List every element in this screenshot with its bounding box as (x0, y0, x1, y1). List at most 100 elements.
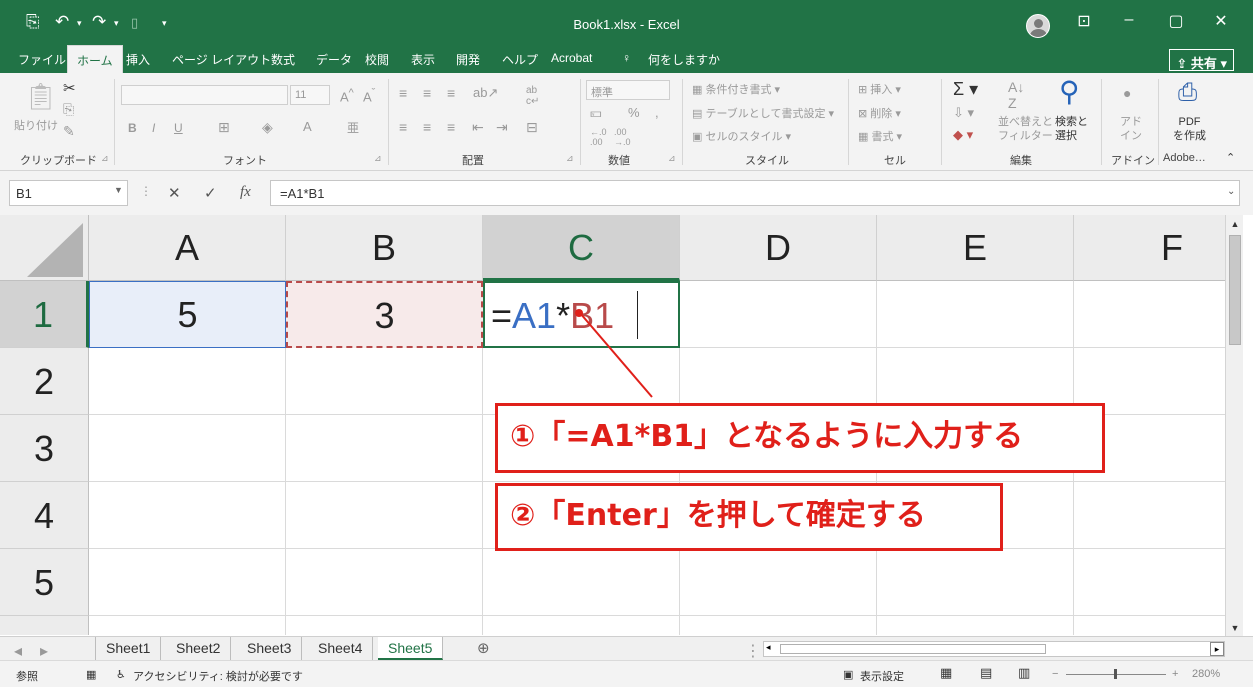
sort-filter-button[interactable]: 並べ替えと フィルター (998, 115, 1053, 143)
format-cells-button[interactable]: ▦ 書式 ▾ (858, 128, 902, 144)
enter-icon[interactable]: ✓ (204, 184, 217, 202)
zoom-slider-thumb[interactable] (1114, 669, 1117, 679)
vertical-scroll-thumb[interactable] (1229, 235, 1241, 345)
font-color-icon[interactable]: A (303, 119, 312, 134)
tab-split-handle-icon[interactable]: ⋮ (745, 641, 761, 661)
underline-icon[interactable]: U (174, 121, 183, 135)
grow-font-icon[interactable]: A^ (340, 87, 354, 104)
sheet-tab-4[interactable]: Sheet4 (308, 637, 374, 660)
format-painter-icon[interactable]: ✎ (63, 123, 75, 140)
orientation-icon[interactable]: ab↗ (473, 85, 498, 101)
pdf-icon[interactable]: ⎙ (1178, 79, 1197, 107)
scroll-right-icon[interactable]: ▸ (1210, 642, 1224, 656)
conditional-format-button[interactable]: ▦ 条件付き書式 ▾ (692, 81, 780, 97)
user-avatar-icon[interactable] (1026, 14, 1050, 38)
prev-sheet-icon[interactable]: ◂ (14, 641, 22, 661)
paste-label[interactable]: 貼り付け (14, 117, 58, 133)
zoom-level[interactable]: 280% (1192, 668, 1220, 680)
collapse-ribbon-icon[interactable]: ⌃ (1226, 151, 1235, 164)
merge-center-icon[interactable]: ⊟ (526, 119, 538, 136)
display-settings-icon[interactable]: ▣ (843, 668, 853, 681)
tab-page-layout[interactable]: ページ レイアウト (172, 51, 271, 68)
display-settings[interactable]: 表示設定 (860, 668, 904, 684)
font-launcher-icon[interactable]: ⊿ (374, 153, 382, 164)
tab-review[interactable]: 校閲 (365, 51, 389, 68)
align-left-icon[interactable]: ≡ (399, 119, 407, 135)
maximize-button[interactable]: ▢ (1161, 11, 1191, 31)
borders-icon[interactable]: ⊞ (218, 119, 230, 136)
tab-help[interactable]: ヘルプ (502, 51, 538, 68)
new-sheet-icon[interactable]: ⊕ (477, 639, 490, 657)
close-button[interactable]: ✕ (1206, 11, 1236, 31)
sheet-tab-1[interactable]: Sheet1 (95, 637, 162, 660)
cell-styles-button[interactable]: ▣ セルのスタイル ▾ (692, 128, 791, 144)
decrease-indent-icon[interactable]: ⇤ (472, 119, 484, 136)
sheet-tab-3[interactable]: Sheet3 (237, 637, 303, 660)
tell-me-search[interactable]: 何をしますか (648, 51, 720, 68)
cancel-icon[interactable]: ✕ (168, 184, 181, 202)
page-break-view-icon[interactable]: ▥ (1018, 665, 1030, 681)
expand-formula-bar-icon[interactable]: ⌄ (1227, 186, 1235, 197)
align-middle-icon[interactable]: ≡ (423, 85, 431, 101)
tab-view[interactable]: 表示 (411, 51, 435, 68)
align-bottom-icon[interactable]: ≡ (447, 85, 455, 101)
italic-icon[interactable]: I (152, 121, 155, 135)
minimize-button[interactable]: – (1114, 11, 1144, 29)
phonetic-icon[interactable]: 亜 (347, 119, 359, 136)
find-select-button[interactable]: 検索と 選択 (1055, 115, 1088, 143)
align-center-icon[interactable]: ≡ (423, 119, 431, 135)
number-format-box[interactable]: 標準 (586, 80, 670, 100)
alignment-launcher-icon[interactable]: ⊿ (566, 153, 574, 164)
increase-indent-icon[interactable]: ⇥ (496, 119, 508, 136)
horizontal-scrollbar[interactable]: ◂ (763, 641, 1225, 657)
create-pdf-button[interactable]: PDF を作成 (1173, 115, 1206, 143)
fill-color-icon[interactable]: ◈ (262, 119, 273, 136)
font-name-box[interactable] (121, 85, 288, 105)
accessibility-icon[interactable]: ♿︎ (116, 668, 126, 681)
find-select-icon[interactable]: ⚲ (1059, 75, 1080, 108)
share-button[interactable]: ⇪ 共有 ▾ (1169, 49, 1234, 71)
tab-acrobat[interactable]: Acrobat (551, 51, 592, 65)
macro-record-icon[interactable]: ▦ (86, 668, 96, 681)
insert-function-icon[interactable]: fx (240, 184, 251, 201)
addins-icon[interactable]: ● (1123, 85, 1131, 101)
comma-icon[interactable]: , (655, 105, 659, 120)
autosum-icon[interactable]: Σ ▾ (953, 79, 978, 100)
sheet-tab-2[interactable]: Sheet2 (166, 637, 232, 660)
fill-icon[interactable]: ⇩ ▾ (953, 105, 974, 121)
sheet-tab-5[interactable]: Sheet5 (378, 637, 444, 660)
page-layout-view-icon[interactable]: ▤ (980, 665, 992, 681)
sort-filter-icon[interactable]: A↓ Z (1008, 79, 1024, 111)
addins-button[interactable]: アド イン (1120, 115, 1142, 143)
tab-home[interactable]: ホーム (67, 45, 123, 73)
drag-handle-icon[interactable]: ⋮ (140, 184, 152, 198)
clipboard-launcher-icon[interactable]: ⊿ (101, 153, 109, 164)
wrap-text-icon[interactable]: ab c↵ (526, 85, 539, 107)
font-size-box[interactable]: 11 (290, 85, 330, 105)
tab-developer[interactable]: 開発 (456, 51, 480, 68)
percent-icon[interactable]: % (628, 105, 640, 120)
tab-insert[interactable]: 挿入 (126, 51, 150, 68)
format-as-table-button[interactable]: ▤ テーブルとして書式設定 ▾ (692, 105, 834, 121)
copy-icon[interactable]: ⎘ (63, 101, 74, 118)
clear-icon[interactable]: ◆ ▾ (953, 127, 973, 143)
zoom-slider[interactable] (1066, 669, 1166, 679)
accessibility-status[interactable]: アクセシビリティ: 検討が必要です (133, 668, 303, 684)
increase-decimal-icon[interactable]: ←.0.00 (590, 127, 607, 147)
currency-icon[interactable]: 💴︎ (590, 105, 602, 121)
zoom-in-icon[interactable]: + (1172, 668, 1178, 680)
shrink-font-icon[interactable]: Aˇ (363, 87, 375, 104)
number-launcher-icon[interactable]: ⊿ (668, 153, 676, 164)
paste-icon[interactable]: 📋︎ (24, 81, 57, 112)
align-right-icon[interactable]: ≡ (447, 119, 455, 135)
horizontal-scroll-thumb[interactable] (780, 644, 1046, 654)
scroll-down-icon[interactable]: ▼ (1227, 623, 1243, 633)
tab-formulas[interactable]: 数式 (271, 51, 295, 68)
bold-icon[interactable]: B (128, 121, 137, 135)
tab-data[interactable]: データ (316, 51, 352, 68)
name-box-dropdown-icon[interactable]: ▼ (114, 185, 123, 195)
zoom-out-icon[interactable]: − (1052, 668, 1058, 680)
decrease-decimal-icon[interactable]: .00 →.0 (614, 127, 631, 147)
scroll-up-icon[interactable]: ▲ (1227, 219, 1243, 229)
ribbon-display-options-icon[interactable]: ⊡ (1069, 11, 1099, 31)
